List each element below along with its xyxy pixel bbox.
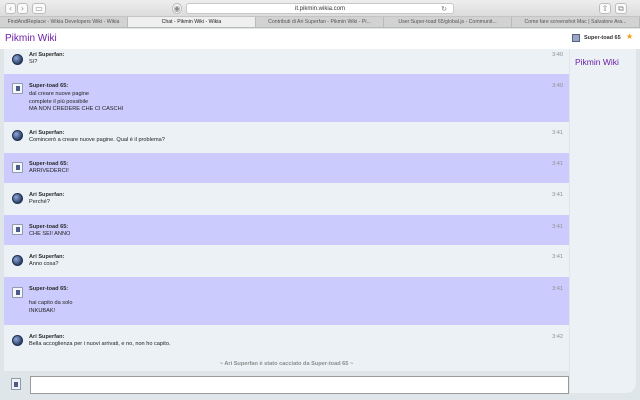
message-time: 3:41 bbox=[552, 254, 563, 260]
message-text: ARRIVEDERCI! bbox=[29, 168, 69, 174]
chat-message: Ari Superfan: Sì? 3:40 bbox=[4, 49, 569, 73]
message-author[interactable]: Super-toad 65: bbox=[29, 224, 68, 230]
chat-message: Ari Superfan: Comincerò a creare nuove p… bbox=[4, 123, 569, 151]
tabs-overview-icon[interactable]: ⧉ bbox=[615, 3, 627, 14]
message-author[interactable]: Super-toad 65: bbox=[29, 161, 68, 167]
browser-tab[interactable]: User:Super-toad 65/global.js - Communit.… bbox=[384, 17, 512, 27]
system-message: ~ Ari Superfan è stato cacciato da Super… bbox=[219, 361, 354, 367]
message-time: 3:41 bbox=[552, 286, 563, 292]
sidebar-icon[interactable]: ▭ bbox=[32, 3, 46, 14]
user-avatar[interactable] bbox=[12, 335, 23, 346]
message-author[interactable]: Ari Superfan: bbox=[29, 254, 64, 260]
back-button[interactable]: ‹ bbox=[5, 3, 16, 14]
chat-log: Ari Superfan: Sì? 3:40 Super-toad 65: da… bbox=[4, 49, 569, 371]
reader-icon[interactable]: ◉ bbox=[172, 3, 182, 14]
chat-message: Ari Superfan: Anno cosa? 3:41 bbox=[4, 246, 569, 276]
message-text: CHE SEI! ANNO bbox=[29, 231, 71, 237]
user-avatar[interactable] bbox=[12, 193, 23, 204]
wiki-title[interactable]: Pikmin Wiki bbox=[5, 33, 57, 44]
chat-message: Super-toad 65: dal creare nuove pagine c… bbox=[4, 74, 569, 122]
tab-bar: FindAndReplace - Wikia Developers Wiki -… bbox=[0, 17, 640, 28]
browser-tab[interactable]: Come fare screenshot Mac | Salvatore Ara… bbox=[512, 17, 640, 27]
browser-tab-active[interactable]: Chat - Pikmin Wiki - Wikia bbox=[128, 17, 256, 27]
message-text: hai capito da solo INKUBAK! bbox=[29, 300, 73, 314]
chat-message: Ari Superfan: Perché? 3:41 bbox=[4, 184, 569, 214]
user-avatar[interactable] bbox=[12, 224, 23, 235]
right-rail: Pikmin Wiki bbox=[570, 49, 636, 393]
share-icon[interactable]: ⇧ bbox=[599, 3, 611, 14]
chat-message: Super-toad 65: CHE SEI! ANNO 3:41 bbox=[4, 215, 569, 245]
reload-icon[interactable]: ↻ bbox=[441, 4, 447, 14]
user-avatar[interactable] bbox=[12, 54, 23, 65]
message-time: 3:40 bbox=[552, 52, 563, 58]
rail-wiki-title[interactable]: Pikmin Wiki bbox=[575, 57, 619, 67]
user-avatar[interactable] bbox=[12, 83, 23, 94]
message-author[interactable]: Ari Superfan: bbox=[29, 130, 64, 136]
message-time: 3:40 bbox=[552, 83, 563, 89]
user-avatar[interactable] bbox=[12, 162, 23, 173]
message-time: 3:41 bbox=[552, 224, 563, 230]
message-text: Bella accoglienza per i nuovi arrivati, … bbox=[29, 341, 171, 347]
message-time: 3:41 bbox=[552, 192, 563, 198]
address-bar[interactable]: it.pikmin.wikia.com ↻ bbox=[186, 3, 454, 14]
message-author[interactable]: Ari Superfan: bbox=[29, 334, 64, 340]
user-avatar[interactable] bbox=[12, 130, 23, 141]
user-avatar[interactable] bbox=[12, 287, 23, 298]
forward-button[interactable]: › bbox=[17, 3, 28, 14]
page-header: Pikmin Wiki Super-toad 65 ★ bbox=[0, 29, 640, 49]
browser-tab[interactable]: Contributi di Ari Superfan - Pikmin Wiki… bbox=[256, 17, 384, 27]
chat-message: Super-toad 65: ARRIVEDERCI! 3:41 bbox=[4, 153, 569, 183]
url-text: it.pikmin.wikia.com bbox=[294, 6, 345, 12]
message-text: Sì? bbox=[29, 59, 38, 65]
user-avatar[interactable] bbox=[12, 255, 23, 266]
message-author[interactable]: Super-toad 65: bbox=[29, 83, 68, 89]
message-text: dal creare nuove pagine complete il più … bbox=[29, 91, 124, 113]
message-time: 3:42 bbox=[552, 334, 563, 340]
message-time: 3:41 bbox=[552, 161, 563, 167]
message-text: Anno cosa? bbox=[29, 261, 59, 267]
star-icon[interactable]: ★ bbox=[626, 32, 633, 41]
browser-toolbar: ‹ › ▭ ◉ it.pikmin.wikia.com ↻ ⇧ ⧉ bbox=[0, 0, 640, 17]
chat-message: Super-toad 65: hai capito da solo INKUBA… bbox=[4, 277, 569, 325]
message-author[interactable]: Super-toad 65: bbox=[29, 286, 68, 292]
message-author[interactable]: Ari Superfan: bbox=[29, 52, 64, 58]
browser-tab[interactable]: FindAndReplace - Wikia Developers Wiki -… bbox=[0, 17, 128, 27]
input-avatar bbox=[11, 378, 21, 390]
message-author[interactable]: Ari Superfan: bbox=[29, 192, 64, 198]
chat-input[interactable] bbox=[30, 376, 569, 394]
user-avatar[interactable] bbox=[572, 34, 580, 42]
message-text: Comincerò a creare nuove pagine. Qual è … bbox=[29, 137, 165, 143]
chat-message: Ari Superfan: Bella accoglienza per i nu… bbox=[4, 327, 569, 355]
current-user-name[interactable]: Super-toad 65 bbox=[584, 35, 621, 41]
message-time: 3:41 bbox=[552, 130, 563, 136]
message-text: Perché? bbox=[29, 199, 50, 205]
